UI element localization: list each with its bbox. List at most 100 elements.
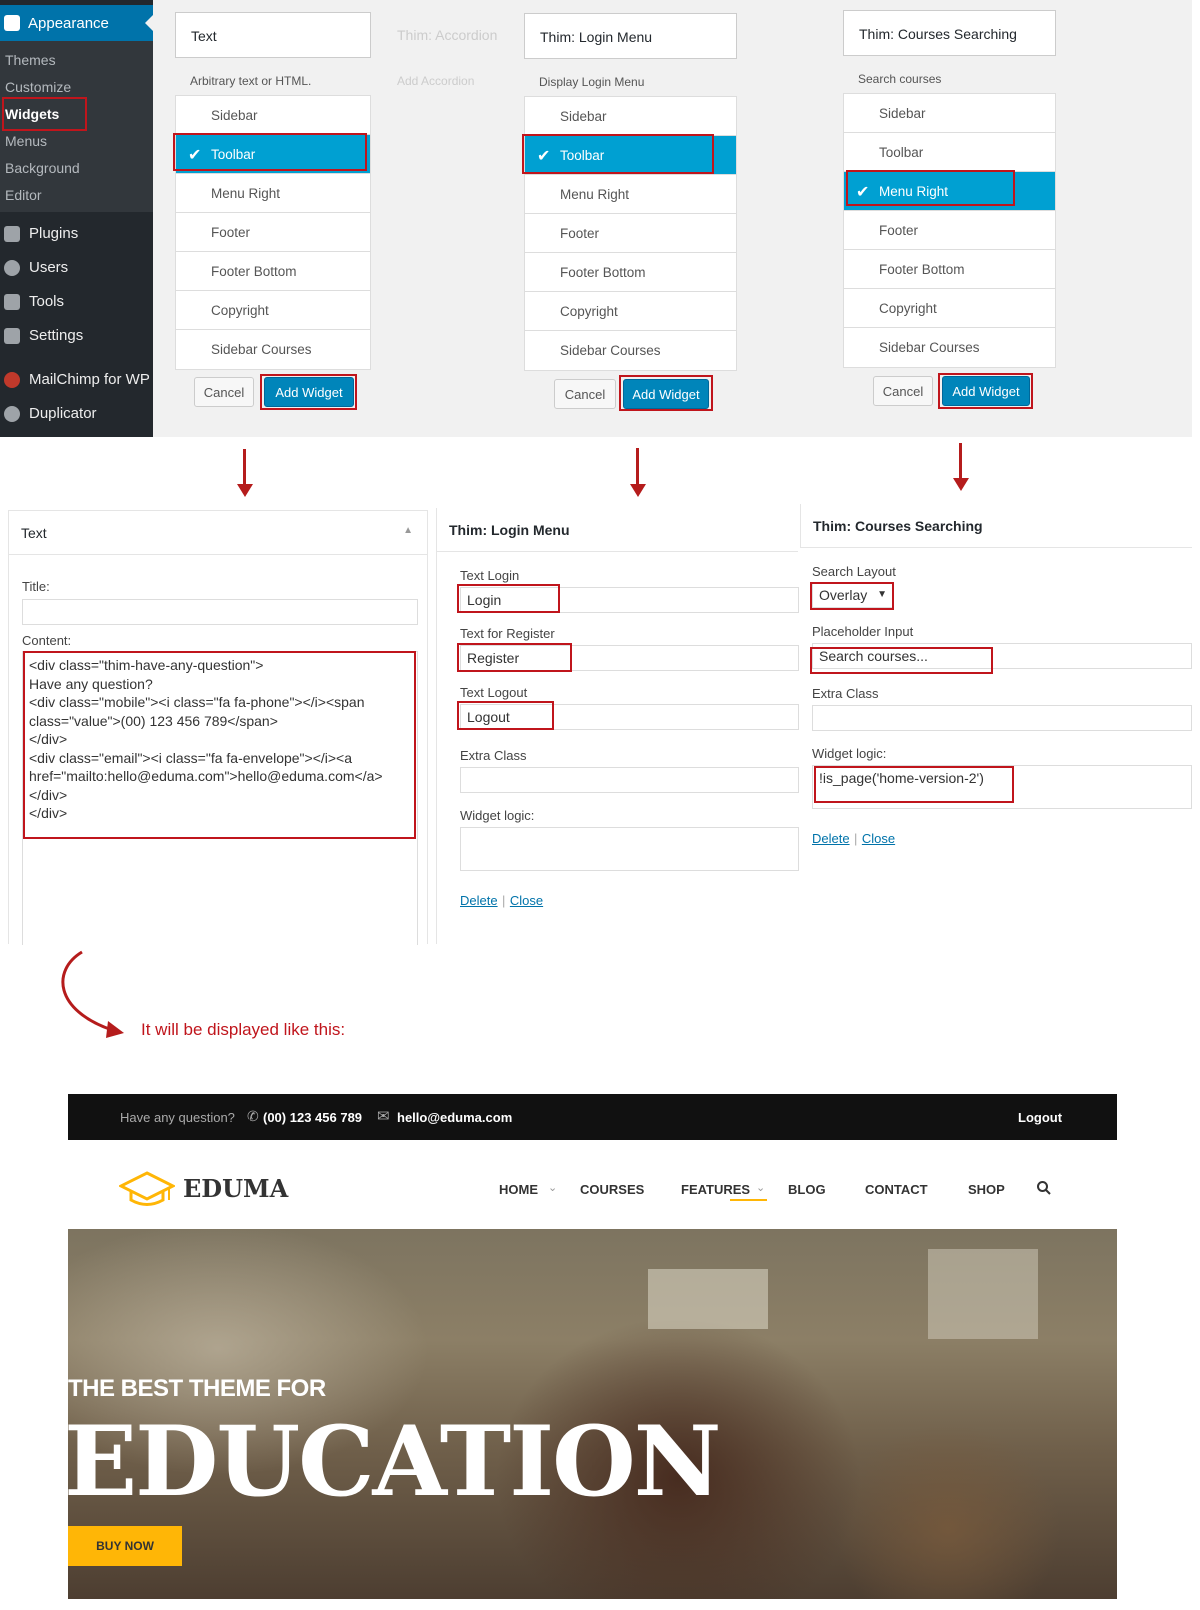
nav-home[interactable]: HOME <box>499 1182 538 1197</box>
widget-logic-label: Widget logic: <box>812 746 887 761</box>
delete-link[interactable]: Delete <box>812 831 850 846</box>
courses-widget-form: Thim: Courses Searching Search Layout Ov… <box>800 504 1192 846</box>
login-widget-form: Thim: Login Menu Text Login Login Text f… <box>436 508 799 944</box>
hero-title: EDUCATION <box>68 1405 721 1518</box>
extra-class-label: Extra Class <box>812 686 879 701</box>
sidebar-option[interactable]: Sidebar <box>844 94 1055 133</box>
sidebar-option[interactable]: Sidebar <box>176 96 370 135</box>
arrow-down-icon <box>959 443 962 478</box>
arrow-down-icon <box>243 449 246 484</box>
form-actions: Delete | Close <box>812 830 895 848</box>
cancel-button[interactable]: Cancel <box>194 377 254 407</box>
close-link[interactable]: Close <box>862 831 895 846</box>
question-text: Have any question? <box>120 1110 235 1125</box>
sidebar-item-users[interactable]: Users <box>0 251 153 285</box>
sidebar-option[interactable]: Copyright <box>176 291 370 330</box>
widget-logic-input[interactable] <box>460 827 799 871</box>
sidebar-option[interactable]: Footer <box>176 213 370 252</box>
widget-logic-input[interactable]: !is_page('home-version-2') <box>812 765 1192 809</box>
extra-class-input[interactable] <box>460 767 799 793</box>
sidebar-item-tools[interactable]: Tools <box>0 285 153 319</box>
extra-class-input[interactable] <box>812 705 1192 731</box>
submenu-customize[interactable]: Customize <box>0 73 153 100</box>
submenu-themes[interactable]: Themes <box>0 46 153 73</box>
curved-arrow-icon <box>61 950 124 1038</box>
sidebar-option[interactable]: Sidebar <box>525 97 736 136</box>
arrow-down-icon <box>237 484 253 497</box>
nav-features[interactable]: FEATURES <box>681 1182 750 1197</box>
sidebar-option[interactable]: Copyright <box>844 289 1055 328</box>
code-line: <div class="email"><i class="fa fa-envel… <box>29 749 353 766</box>
email-link[interactable]: hello@eduma.com <box>397 1110 512 1125</box>
sidebar-option-selected[interactable]: Toolbar <box>525 136 736 175</box>
sidebar-item-settings[interactable]: Settings <box>0 319 153 353</box>
sidebar-item-mailchimp[interactable]: MailChimp for WP <box>0 363 153 397</box>
sidebar-option[interactable]: Sidebar Courses <box>176 330 370 369</box>
sidebar-option[interactable]: Footer Bottom <box>525 253 736 292</box>
sidebar-item-duplicator[interactable]: Duplicator <box>0 397 153 431</box>
nav-courses[interactable]: COURSES <box>580 1182 644 1197</box>
sidebar-item-plugins[interactable]: Plugins <box>0 217 153 251</box>
widget-title[interactable]: Thim: Courses Searching <box>843 10 1056 56</box>
content-textarea[interactable]: <div class="thim-have-any-question"> Hav… <box>22 651 418 945</box>
title-input[interactable] <box>22 599 418 625</box>
code-line: href="mailto:hello@eduma.com">hello@edum… <box>29 768 383 784</box>
sidebar-option-selected[interactable]: Menu Right <box>844 172 1055 211</box>
sidebar-option[interactable]: Footer Bottom <box>176 252 370 291</box>
search-icon[interactable] <box>1036 1180 1052 1196</box>
graduation-cap-icon <box>119 1171 175 1206</box>
nav-blog[interactable]: BLOG <box>788 1182 826 1197</box>
submenu-editor[interactable]: Editor <box>0 181 153 208</box>
envelope-icon: ✉ <box>377 1108 390 1125</box>
share-icon <box>4 406 20 422</box>
sidebar-option[interactable]: Sidebar Courses <box>525 331 736 370</box>
add-widget-button[interactable]: Add Widget <box>623 379 709 409</box>
sidebar-option[interactable]: Footer Bottom <box>844 250 1055 289</box>
widget-text: Text Arbitrary text or HTML. <box>175 12 371 88</box>
submenu-menus[interactable]: Menus <box>0 127 153 154</box>
form-header[interactable]: Thim: Courses Searching <box>800 504 1192 548</box>
nav-contact[interactable]: CONTACT <box>865 1182 928 1197</box>
caret-up-icon[interactable]: ▲ <box>403 525 413 536</box>
text-login-input[interactable]: Login <box>460 587 799 613</box>
site-logo[interactable]: EDUMA <box>183 1174 288 1203</box>
add-widget-button[interactable]: Add Widget <box>264 377 354 407</box>
phone-number[interactable]: (00) 123 456 789 <box>263 1110 362 1125</box>
preview-header: EDUMA HOME ⌄ COURSES FEATURES ⌄ BLOG CON… <box>68 1140 1117 1229</box>
sidebar-option[interactable]: Copyright <box>525 292 736 331</box>
nav-shop[interactable]: SHOP <box>968 1182 1005 1197</box>
hero-subtitle: THE BEST THEME FOR <box>68 1375 326 1402</box>
submenu-widgets[interactable]: Widgets <box>0 100 153 127</box>
cancel-button[interactable]: Cancel <box>554 379 616 409</box>
sidebar-option[interactable]: Footer <box>525 214 736 253</box>
add-widget-button[interactable]: Add Widget <box>942 376 1030 406</box>
sidebar-chooser-login: Sidebar Toolbar Menu Right Footer Footer… <box>524 96 737 371</box>
placeholder-input[interactable]: Search courses... <box>812 643 1192 669</box>
widget-title[interactable]: Thim: Accordion <box>383 12 513 58</box>
poster-image <box>928 1249 1038 1339</box>
widget-title[interactable]: Text <box>175 12 371 58</box>
sidebar-option-selected[interactable]: Toolbar <box>176 135 370 174</box>
delete-link[interactable]: Delete <box>460 893 498 908</box>
sidebar-option[interactable]: Menu Right <box>176 174 370 213</box>
menu-appearance[interactable]: Appearance <box>0 5 153 41</box>
widget-title[interactable]: Thim: Login Menu <box>524 13 737 59</box>
close-link[interactable]: Close <box>510 893 543 908</box>
form-header[interactable]: Thim: Login Menu <box>437 508 798 552</box>
widget-logic-label: Widget logic: <box>460 808 535 823</box>
sidebar-option[interactable]: Toolbar <box>844 133 1055 172</box>
buy-now-button[interactable]: BUY NOW <box>68 1526 182 1566</box>
form-header[interactable]: Text ▲ <box>9 511 427 555</box>
cancel-button[interactable]: Cancel <box>873 376 933 406</box>
submenu-background[interactable]: Background <box>0 154 153 181</box>
sidebar-option[interactable]: Footer <box>844 211 1055 250</box>
arrow-down-icon <box>953 478 969 491</box>
text-register-input[interactable]: Register <box>460 645 799 671</box>
widget-description: Add Accordion <box>397 74 475 88</box>
sidebar-option[interactable]: Sidebar Courses <box>844 328 1055 367</box>
separator: | <box>854 831 858 846</box>
logout-link[interactable]: Logout <box>1018 1110 1062 1125</box>
text-logout-input[interactable]: Logout <box>460 704 799 730</box>
search-layout-select[interactable]: Overlay ▼ <box>812 583 894 608</box>
sidebar-option[interactable]: Menu Right <box>525 175 736 214</box>
